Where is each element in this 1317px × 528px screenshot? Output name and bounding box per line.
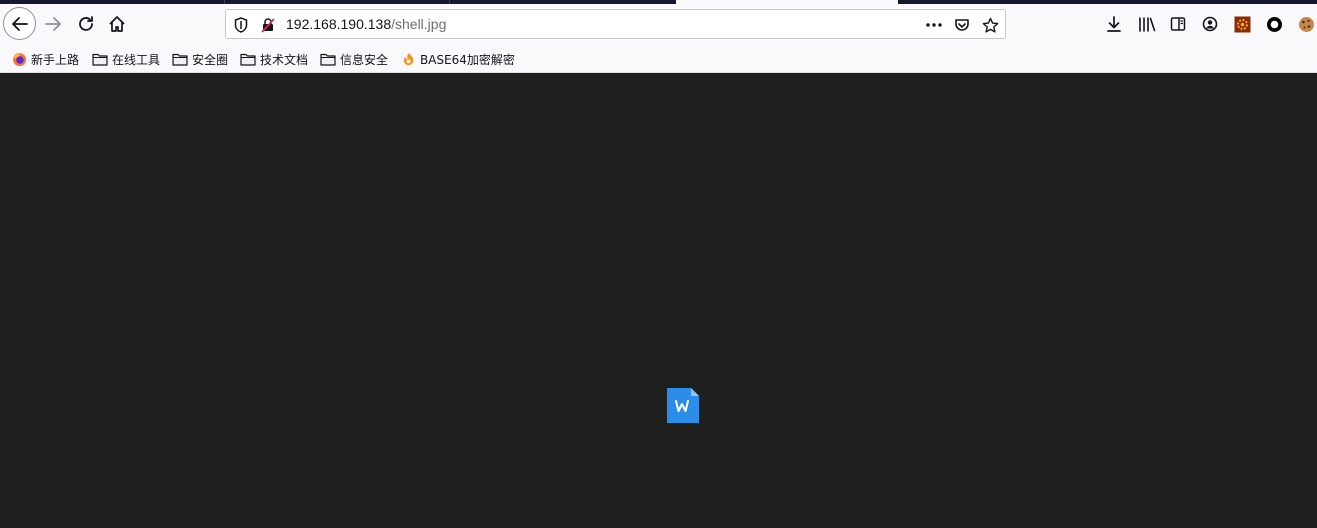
page-actions-button[interactable] xyxy=(923,14,945,36)
download-icon xyxy=(1107,16,1121,32)
insecure-lock-icon xyxy=(261,18,275,33)
extension-button-1[interactable] xyxy=(1226,8,1258,40)
extension-ring-icon xyxy=(1266,16,1282,32)
bookmark-label: 新手上路 xyxy=(31,52,80,67)
extension-button-2[interactable] xyxy=(1258,8,1290,40)
bookmark-item[interactable]: 新手上路 xyxy=(12,50,79,68)
arrow-left-icon xyxy=(11,16,28,31)
url-path: /shell.jpg xyxy=(391,16,447,32)
insecure-connection-button[interactable] xyxy=(257,14,279,36)
arrow-right-icon xyxy=(45,17,61,31)
url-host: 192.168.190.138 xyxy=(286,16,392,32)
bookmarks-toolbar: 新手上路 在线工具 安全圈 技术文档 信息安全 BASE64加密解密 xyxy=(0,44,1317,73)
bookmark-star-button[interactable] xyxy=(979,14,1001,36)
library-button[interactable] xyxy=(1131,8,1163,40)
more-dots-icon xyxy=(926,23,942,27)
pocket-icon xyxy=(955,19,969,31)
bookmark-folder[interactable]: 技术文档 xyxy=(240,50,308,68)
extension-gear-icon xyxy=(1234,16,1250,32)
reload-button[interactable] xyxy=(70,8,102,40)
bookmark-folder[interactable]: 安全圈 xyxy=(172,50,228,68)
url-bar[interactable]: 192.168.190.138/shell.jpg xyxy=(225,9,1006,39)
home-button[interactable] xyxy=(101,8,133,40)
bookmark-label: 信息安全 xyxy=(340,52,389,67)
site-favicon-icon xyxy=(403,52,414,65)
folder-icon xyxy=(320,53,336,66)
broken-image-icon xyxy=(667,388,699,423)
tracking-protection-button[interactable] xyxy=(230,14,252,36)
url-text[interactable]: 192.168.190.138/shell.jpg xyxy=(286,16,446,32)
bookmark-folder[interactable]: 信息安全 xyxy=(320,50,388,68)
back-button[interactable] xyxy=(3,7,36,40)
home-icon xyxy=(109,16,125,32)
forward-button[interactable] xyxy=(37,8,69,40)
pocket-button[interactable] xyxy=(951,14,973,36)
reload-icon xyxy=(79,16,93,31)
account-icon xyxy=(1202,16,1218,32)
folder-icon xyxy=(92,53,108,66)
downloads-button[interactable] xyxy=(1098,8,1130,40)
bookmark-label: BASE64加密解密 xyxy=(420,52,515,67)
star-icon xyxy=(982,17,998,33)
folder-icon xyxy=(240,53,256,66)
cookie-icon xyxy=(1298,16,1314,32)
account-button[interactable] xyxy=(1194,8,1226,40)
navigation-toolbar: 192.168.190.138/shell.jpg xyxy=(0,4,1317,44)
sidebar-icon xyxy=(1170,17,1186,31)
library-icon xyxy=(1139,17,1156,32)
bookmark-label: 安全圈 xyxy=(192,52,229,67)
sidebar-button[interactable] xyxy=(1162,8,1194,40)
bookmark-label: 技术文档 xyxy=(260,52,309,67)
image-viewer-content xyxy=(0,73,1317,528)
bookmark-folder[interactable]: 在线工具 xyxy=(92,50,160,68)
bookmark-label: 在线工具 xyxy=(112,52,161,67)
cookie-extension-button[interactable] xyxy=(1290,8,1317,40)
folder-icon xyxy=(172,53,188,66)
firefox-icon xyxy=(12,52,27,66)
bookmark-item[interactable]: BASE64加密解密 xyxy=(401,50,515,68)
shield-icon xyxy=(234,17,248,33)
